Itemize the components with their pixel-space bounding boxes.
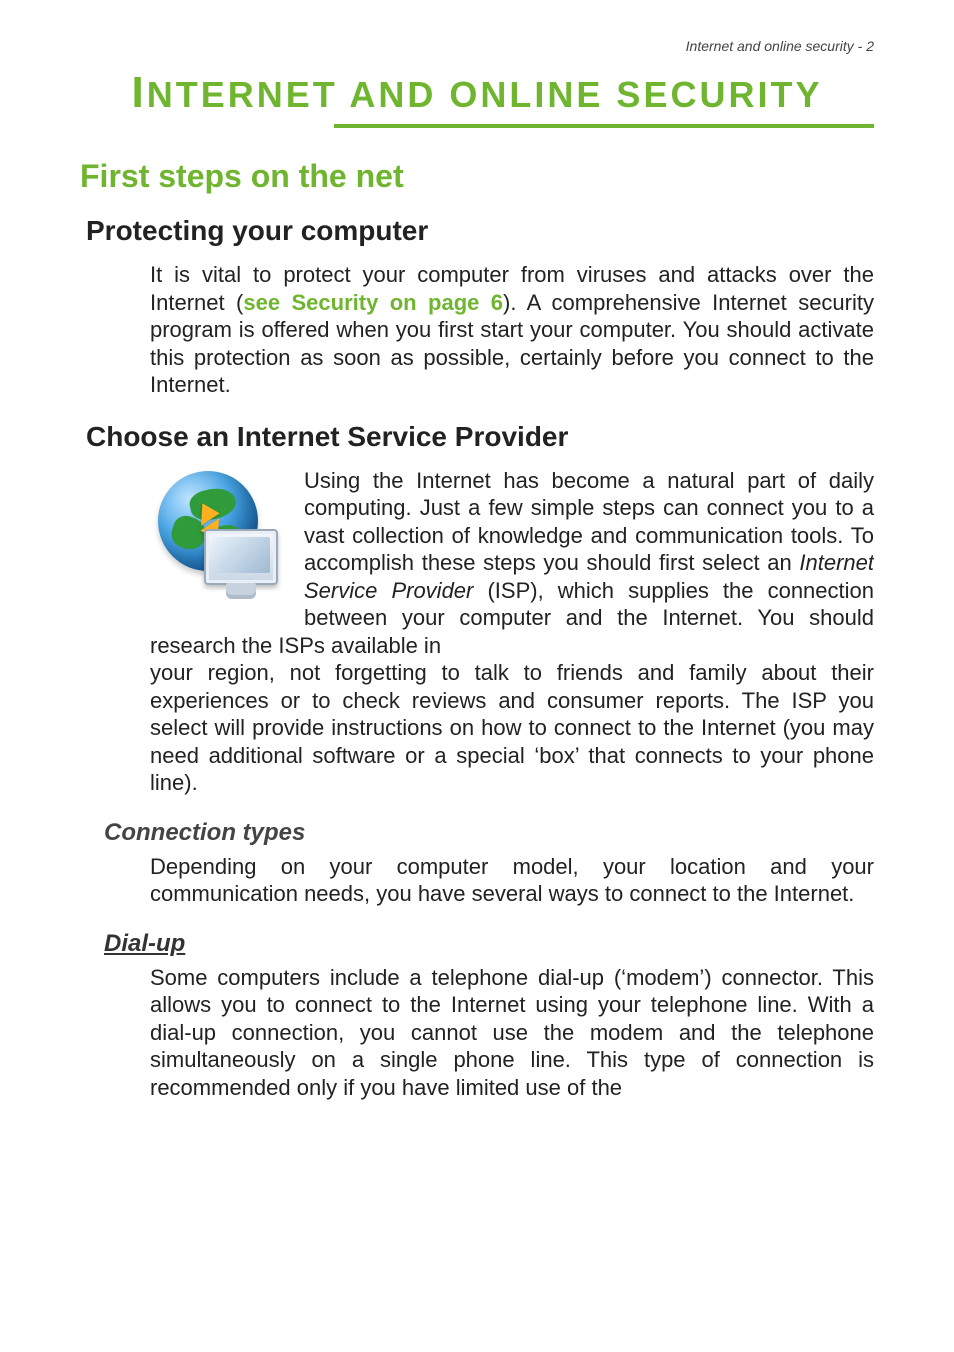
link-security-page6[interactable]: see Security on page 6 xyxy=(243,290,503,315)
title-underline xyxy=(334,124,874,128)
para-isp-2: your region, not forgetting to talk to f… xyxy=(150,659,874,797)
monitor-icon xyxy=(204,529,278,585)
para-connection-types: Depending on your computer model, your l… xyxy=(150,853,874,908)
heading-protecting: Protecting your computer xyxy=(86,215,874,247)
para-protecting: It is vital to protect your computer fro… xyxy=(150,261,874,399)
isp-row: Using the Internet has become a natural … xyxy=(150,467,874,660)
globe-monitor-internet-icon xyxy=(150,467,290,627)
isp-text-a: Using the Internet has become a natural … xyxy=(304,468,874,576)
page-title: INTERNET AND ONLINE SECURITY xyxy=(80,68,874,118)
heading-connection-types: Connection types xyxy=(104,819,874,847)
isp-block: Using the Internet has become a natural … xyxy=(150,467,874,797)
title-rest: NTERNET AND ONLINE SECURITY xyxy=(147,74,823,115)
para-dialup: Some computers include a telephone dial-… xyxy=(150,964,874,1102)
heading-dialup: Dial-up xyxy=(104,930,874,958)
title-first-letter: I xyxy=(132,68,147,117)
running-header: Internet and online security - 2 xyxy=(80,38,874,54)
heading-choose-isp: Choose an Internet Service Provider xyxy=(86,421,874,453)
section-first-steps: First steps on the net xyxy=(80,158,874,195)
page: Internet and online security - 2 INTERNE… xyxy=(0,0,954,1352)
